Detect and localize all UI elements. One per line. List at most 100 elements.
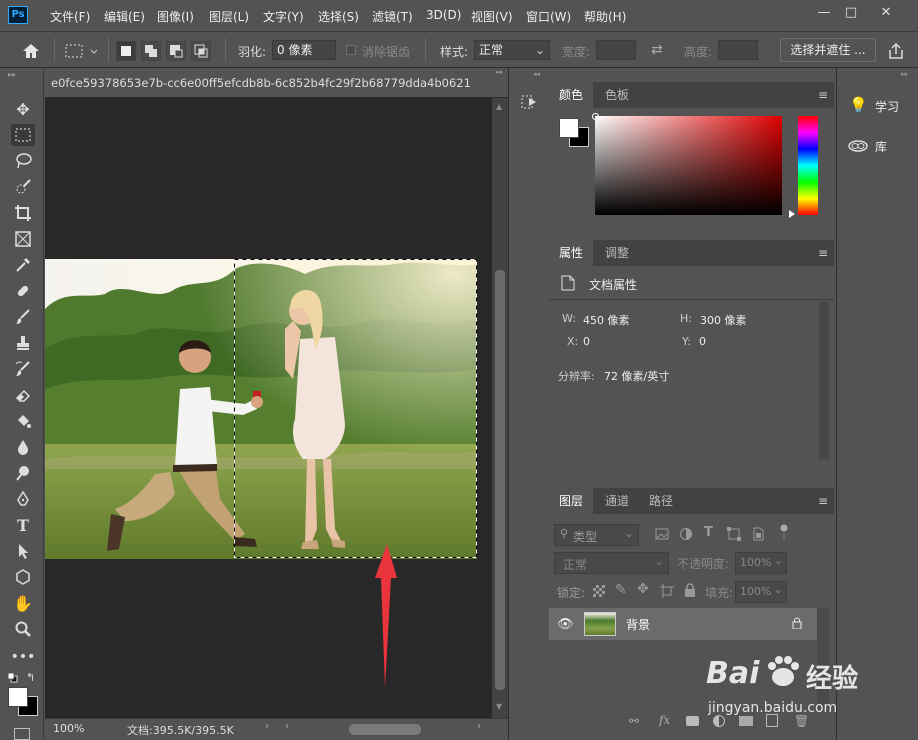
tab-paths[interactable]: 路径 bbox=[639, 488, 683, 514]
filter-type-icon[interactable]: T bbox=[704, 525, 713, 540]
menu-filter[interactable]: 滤镜(T) bbox=[372, 8, 413, 25]
blur-tool-icon[interactable] bbox=[11, 436, 35, 458]
tab-channels[interactable]: 通道 bbox=[595, 488, 639, 514]
swap-width-height-icon[interactable]: ⇄ bbox=[651, 42, 663, 58]
more-tools-icon[interactable]: ••• bbox=[11, 646, 36, 668]
close-button[interactable]: ✕ bbox=[874, 4, 898, 22]
eye-icon[interactable]: 👁 bbox=[557, 617, 574, 632]
layer-style-fx-icon[interactable]: fx bbox=[659, 713, 670, 727]
menu-view[interactable]: 视图(V) bbox=[471, 8, 513, 25]
frame-tool-icon[interactable] bbox=[11, 228, 35, 250]
menu-3d[interactable]: 3D(D) bbox=[426, 8, 461, 22]
add-to-selection-button[interactable] bbox=[141, 41, 161, 61]
canvas-area[interactable] bbox=[45, 98, 492, 718]
layer-name[interactable]: 背景 bbox=[626, 616, 650, 633]
document-image[interactable] bbox=[45, 259, 477, 559]
color-picker-cursor[interactable] bbox=[592, 113, 599, 120]
type-tool-icon[interactable]: T bbox=[11, 514, 35, 536]
menu-edit[interactable]: 编辑(E) bbox=[104, 8, 145, 25]
marquee-preset-picker[interactable] bbox=[63, 41, 103, 61]
x-prop-value[interactable]: 0 bbox=[583, 335, 590, 348]
default-colors-icon[interactable] bbox=[7, 672, 18, 683]
lock-pixels-icon[interactable]: ✎ bbox=[615, 582, 627, 598]
home-icon[interactable] bbox=[20, 41, 42, 61]
collapse-panel-icon[interactable]: ◂◂ bbox=[45, 68, 508, 76]
layer-filter-select[interactable]: ⚲ 类型 ⌄ bbox=[554, 524, 639, 546]
subtract-selection-button[interactable] bbox=[166, 41, 186, 61]
expand-panel-icon[interactable]: ◂◂ bbox=[533, 70, 540, 78]
color-spectrum-field[interactable] bbox=[595, 116, 782, 215]
opacity-input[interactable]: 100% ⌄ bbox=[735, 552, 787, 574]
lock-artboard-icon[interactable] bbox=[660, 584, 674, 598]
height-input[interactable] bbox=[718, 40, 758, 60]
panel-menu-icon[interactable]: ≡ bbox=[818, 494, 828, 508]
zoom-tool-icon[interactable] bbox=[11, 618, 35, 640]
hue-slider[interactable] bbox=[798, 116, 818, 215]
height-prop-value[interactable]: 300 像素 bbox=[700, 312, 747, 328]
lock-position-icon[interactable]: ✥ bbox=[637, 581, 649, 597]
feather-input[interactable]: 0 像素 bbox=[272, 40, 336, 60]
tab-properties[interactable]: 属性 bbox=[549, 240, 594, 266]
healing-brush-tool-icon[interactable] bbox=[11, 280, 35, 302]
path-selection-tool-icon[interactable] bbox=[11, 540, 35, 562]
scroll-right-arrow-icon[interactable]: › bbox=[477, 721, 481, 732]
add-mask-icon[interactable] bbox=[686, 716, 699, 726]
library-panel-button[interactable]: 库 bbox=[837, 130, 918, 162]
layer-lock-icon[interactable] bbox=[792, 617, 802, 630]
tab-swatches[interactable]: 色板 bbox=[595, 82, 639, 108]
swap-colors-icon[interactable]: ↰ bbox=[26, 671, 35, 684]
restore-button[interactable]: □ bbox=[839, 4, 863, 22]
foreground-color-swatch[interactable] bbox=[8, 687, 28, 707]
y-prop-value[interactable]: 0 bbox=[699, 335, 706, 348]
width-input[interactable] bbox=[596, 40, 636, 60]
menu-image[interactable]: 图像(I) bbox=[157, 8, 194, 25]
select-and-mask-button[interactable]: 选择并遮住 ... bbox=[780, 38, 876, 62]
canvas-vertical-scrollbar[interactable]: ▲ ▼ bbox=[492, 98, 508, 718]
tab-adjustments[interactable]: 调整 bbox=[595, 240, 639, 266]
layer-thumbnail[interactable] bbox=[584, 612, 616, 636]
lock-all-icon[interactable] bbox=[684, 583, 696, 597]
filter-adjustment-icon[interactable] bbox=[679, 527, 693, 541]
antialias-checkbox[interactable] bbox=[346, 45, 356, 55]
menu-window[interactable]: 窗口(W) bbox=[526, 8, 571, 25]
eraser-tool-icon[interactable] bbox=[11, 384, 35, 406]
crop-tool-icon[interactable] bbox=[11, 202, 35, 224]
dodge-tool-icon[interactable] bbox=[11, 462, 35, 484]
lasso-tool-icon[interactable] bbox=[11, 150, 35, 172]
move-tool-icon[interactable]: ✥ bbox=[11, 98, 35, 120]
scroll-left-arrow-icon[interactable]: ‹ bbox=[285, 721, 289, 732]
menu-select[interactable]: 选择(S) bbox=[318, 8, 359, 25]
tab-layers[interactable]: 图层 bbox=[549, 488, 594, 514]
collapse-toolbox-icon[interactable]: ▸▸ bbox=[8, 70, 16, 79]
layer-row[interactable]: 👁 背景 bbox=[549, 608, 817, 640]
panel-menu-icon[interactable]: ≡ bbox=[818, 246, 828, 260]
history-panel-icon[interactable] bbox=[519, 92, 539, 112]
menu-file[interactable]: 文件(F) bbox=[50, 8, 90, 25]
horizontal-scroll-thumb[interactable] bbox=[349, 724, 421, 735]
menu-type[interactable]: 文字(Y) bbox=[263, 8, 304, 25]
zoom-level[interactable]: 100% bbox=[53, 722, 84, 735]
tab-color[interactable]: 颜色 bbox=[549, 82, 594, 108]
rect-marquee-tool-icon[interactable] bbox=[11, 124, 35, 146]
brush-tool-icon[interactable] bbox=[11, 306, 35, 328]
filter-pixel-icon[interactable] bbox=[655, 527, 669, 541]
shape-tool-icon[interactable] bbox=[11, 566, 35, 588]
intersect-selection-button[interactable] bbox=[191, 41, 211, 61]
blend-mode-select[interactable]: 正常 ⌄ bbox=[554, 552, 669, 574]
link-layers-icon[interactable]: ⚯ bbox=[629, 714, 639, 728]
hue-slider-marker-icon[interactable] bbox=[789, 210, 795, 218]
fill-input[interactable]: 100% ⌄ bbox=[735, 581, 787, 603]
scroll-up-arrow-icon[interactable]: ▲ bbox=[496, 102, 502, 111]
panel-menu-icon[interactable]: ≡ bbox=[818, 88, 828, 102]
clone-stamp-tool-icon[interactable] bbox=[11, 332, 35, 354]
properties-scrollbar[interactable] bbox=[819, 302, 829, 460]
quick-select-tool-icon[interactable] bbox=[11, 176, 35, 198]
menu-help[interactable]: 帮助(H) bbox=[584, 8, 626, 25]
scroll-down-arrow-icon[interactable]: ▼ bbox=[496, 702, 502, 711]
vertical-scroll-thumb[interactable] bbox=[495, 270, 505, 690]
width-prop-value[interactable]: 450 像素 bbox=[583, 312, 630, 328]
color-foreground-swatch[interactable] bbox=[559, 118, 579, 138]
minimize-button[interactable]: — bbox=[812, 4, 836, 22]
filter-toggle-switch[interactable] bbox=[780, 524, 788, 542]
paint-bucket-tool-icon[interactable] bbox=[11, 410, 35, 432]
